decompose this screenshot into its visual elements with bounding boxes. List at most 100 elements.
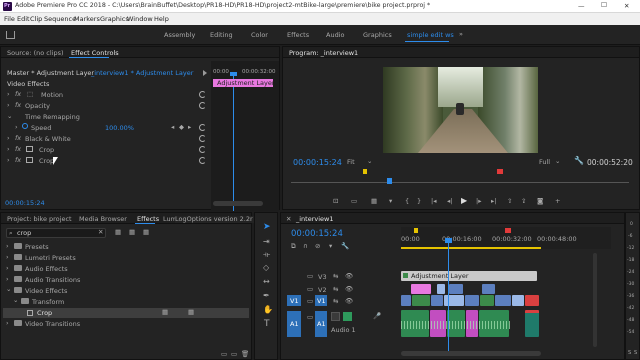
workspace-simple-edit[interactable]: simple edit ws bbox=[407, 32, 454, 39]
disclosure-icon[interactable]: › bbox=[7, 102, 10, 109]
fx-icon[interactable]: fx bbox=[15, 91, 21, 98]
delete-icon[interactable]: 🗑 bbox=[241, 351, 249, 358]
slip-tool-icon[interactable]: ↔ bbox=[263, 278, 270, 286]
effect-crop-label[interactable]: Crop bbox=[39, 147, 54, 154]
tree-item-audio-transitions[interactable]: Audio Transitions bbox=[25, 277, 80, 284]
camera-icon[interactable]: ◙ bbox=[537, 198, 543, 205]
v2-clip-pink[interactable] bbox=[411, 284, 431, 294]
speed-value[interactable]: 100.00% bbox=[105, 125, 134, 132]
workspace-audio[interactable]: Audio bbox=[326, 32, 344, 39]
32bit-effects-icon[interactable]: ▦ bbox=[129, 229, 135, 236]
v1-clip[interactable] bbox=[444, 295, 464, 306]
accelerated-effects-icon[interactable]: ▦ bbox=[115, 229, 121, 236]
workspace-assembly[interactable]: Assembly bbox=[164, 32, 195, 39]
menu-window[interactable]: Window bbox=[127, 16, 153, 23]
mark-in-button[interactable]: { bbox=[405, 198, 409, 205]
v1-clip[interactable] bbox=[412, 295, 430, 306]
linked-selection-icon[interactable]: ⊘ bbox=[315, 243, 320, 250]
v1-clip[interactable] bbox=[401, 295, 411, 306]
menu-sequence[interactable]: Sequence bbox=[44, 16, 76, 23]
tree-toggle-icon[interactable]: › bbox=[6, 320, 9, 327]
tree-item-video-effects[interactable]: Video Effects bbox=[25, 288, 67, 295]
keyframe-next-icon[interactable]: ▸ bbox=[188, 124, 191, 131]
export-frame-icon[interactable]: ▦ bbox=[371, 198, 377, 205]
tab-source[interactable]: Source: (no clips) bbox=[7, 50, 64, 57]
disclosure-icon[interactable]: › bbox=[7, 135, 10, 142]
fx-icon[interactable]: fx bbox=[15, 102, 21, 109]
a1-clip-offline[interactable] bbox=[525, 310, 539, 337]
menu-edit[interactable]: Edit bbox=[17, 16, 30, 23]
sequence-clip-label[interactable]: _interview1 * Adjustment Layer bbox=[91, 70, 193, 77]
menu-help[interactable]: Help bbox=[154, 16, 169, 23]
keyframe-prev-icon[interactable]: ◂ bbox=[171, 124, 174, 131]
new-preset-icon[interactable]: ▭ bbox=[231, 351, 237, 358]
menu-graphics[interactable]: Graphics bbox=[100, 16, 129, 23]
mini-playhead[interactable] bbox=[233, 75, 234, 211]
timeline-vertical-scrollbar[interactable] bbox=[593, 253, 597, 347]
effect-controls-scrollbar[interactable] bbox=[213, 201, 263, 206]
safe-margins-icon[interactable]: ⊡ bbox=[333, 198, 338, 205]
track-lock-icon[interactable]: ▭ bbox=[307, 286, 313, 293]
tab-sequence[interactable]: _interview1 bbox=[296, 216, 334, 223]
track-select-tool-icon[interactable]: ⇥ bbox=[263, 238, 270, 246]
selection-tool-icon[interactable]: ➤ bbox=[263, 223, 271, 232]
workspace-editing[interactable]: Editing bbox=[210, 32, 233, 39]
track-label-v2[interactable]: V2 bbox=[318, 287, 327, 294]
menu-clip[interactable]: Clip bbox=[30, 16, 42, 23]
tree-toggle-icon[interactable]: › bbox=[6, 265, 9, 272]
tree-item-lumetri-presets[interactable]: Lumetri Presets bbox=[25, 255, 76, 262]
fx-icon[interactable]: fx bbox=[15, 135, 21, 142]
timeline-playhead-handle[interactable] bbox=[445, 238, 452, 243]
v1-clip-offline[interactable] bbox=[525, 295, 539, 306]
step-forward-button[interactable]: |▸ bbox=[476, 198, 481, 205]
v1-clip[interactable] bbox=[431, 295, 443, 306]
track-lock-icon[interactable]: ▭ bbox=[307, 314, 313, 321]
comparison-icon[interactable]: ▭ bbox=[351, 198, 357, 205]
tab-effect-controls[interactable]: Effect Controls bbox=[71, 50, 119, 57]
go-to-in-button[interactable]: |◂ bbox=[431, 198, 436, 205]
v2-clip-blue[interactable] bbox=[437, 284, 445, 294]
speed-label[interactable]: Speed bbox=[31, 125, 51, 132]
tree-toggle-icon[interactable]: › bbox=[6, 276, 9, 283]
pen-tool-icon[interactable]: ✒ bbox=[263, 292, 270, 300]
program-playhead[interactable] bbox=[387, 178, 392, 184]
v1-clip[interactable] bbox=[495, 295, 511, 306]
program-timecode[interactable]: 00:00:15:24 bbox=[293, 159, 342, 167]
nest-icon[interactable]: ⧉ bbox=[291, 243, 296, 250]
tab-effects[interactable]: Effects bbox=[137, 216, 159, 223]
v1-clip[interactable] bbox=[480, 295, 494, 306]
track-lock-icon[interactable]: ▭ bbox=[307, 273, 313, 280]
meter-solo-right[interactable]: S bbox=[634, 351, 637, 356]
mini-playhead-handle[interactable] bbox=[230, 72, 237, 76]
disclosure-icon[interactable]: › bbox=[7, 157, 10, 164]
reset-icon[interactable] bbox=[199, 124, 206, 131]
effect-crop-label[interactable]: Crop bbox=[39, 158, 54, 165]
play-button[interactable]: ▶ bbox=[461, 197, 467, 205]
effect-opacity-label[interactable]: Opacity bbox=[25, 103, 50, 110]
tab-logoptions[interactable]: LogOptions version 2.2r bbox=[175, 216, 263, 223]
new-custom-bin-icon[interactable]: ▭ bbox=[221, 351, 227, 358]
tree-toggle-open-icon[interactable]: ⌄ bbox=[6, 286, 11, 293]
reset-icon[interactable] bbox=[199, 135, 206, 142]
maximize-button[interactable]: ☐ bbox=[601, 2, 607, 9]
workspace-overflow-button[interactable]: » bbox=[459, 31, 463, 38]
track-lock-icon[interactable]: ▭ bbox=[307, 298, 313, 305]
yuv-effects-icon[interactable]: ▦ bbox=[143, 229, 149, 236]
v1-clip[interactable] bbox=[465, 295, 479, 306]
quality-dropdown[interactable]: Full bbox=[539, 159, 550, 166]
settings-button-plus[interactable]: + bbox=[555, 198, 560, 205]
toggle-output-eye-icon[interactable]: 👁 bbox=[345, 298, 353, 305]
reset-icon[interactable] bbox=[199, 91, 206, 98]
reset-icon[interactable] bbox=[199, 102, 206, 109]
sync-lock-icon[interactable]: ⇆ bbox=[333, 273, 338, 280]
fit-dropdown-chevron-icon[interactable]: ⌄ bbox=[367, 158, 372, 165]
hand-tool-icon[interactable]: ✋ bbox=[263, 306, 273, 314]
fx-icon[interactable]: fx bbox=[15, 157, 21, 164]
tree-toggle-icon[interactable]: › bbox=[6, 243, 9, 250]
stopwatch-icon[interactable] bbox=[22, 123, 28, 129]
mic-icon[interactable]: 🎤 bbox=[373, 313, 381, 320]
snap-icon[interactable]: ∩ bbox=[303, 243, 308, 250]
extract-button[interactable]: ⇪ bbox=[521, 198, 526, 205]
disclosure-open-icon[interactable]: ⌄ bbox=[7, 113, 12, 120]
workspace-effects[interactable]: Effects bbox=[287, 32, 309, 39]
